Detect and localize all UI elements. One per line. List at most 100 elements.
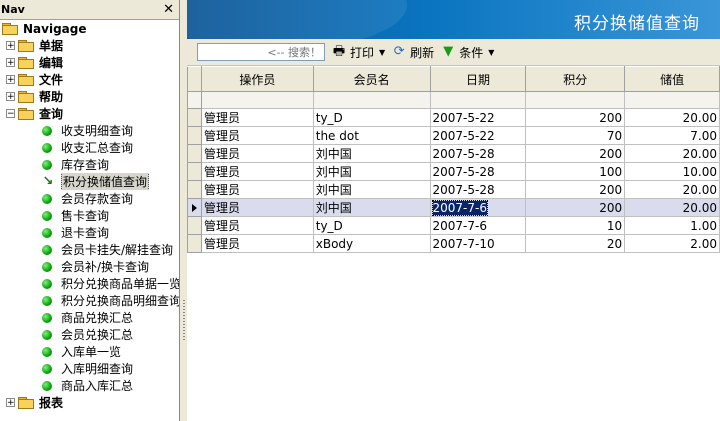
filter-button[interactable]: ▼ 条件 ▼ bbox=[440, 44, 494, 61]
search-input[interactable] bbox=[197, 43, 325, 61]
row-indicator[interactable] bbox=[187, 180, 202, 199]
table-row[interactable]: 管理员 刘中国 2007-5-28 200 20.00 bbox=[187, 144, 720, 163]
filter-cell[interactable] bbox=[429, 91, 527, 109]
close-icon[interactable]: ✕ bbox=[161, 3, 176, 16]
row-indicator[interactable] bbox=[187, 144, 202, 163]
table-row[interactable]: 管理员 刘中国 2007-5-28 100 10.00 bbox=[187, 162, 720, 181]
tree-group-4[interactable]: − 查询 bbox=[0, 105, 179, 122]
tree-item-15[interactable]: 商品入库汇总 bbox=[0, 377, 179, 394]
table-cell[interactable]: 20.00 bbox=[624, 198, 720, 217]
table-cell[interactable]: 管理员 bbox=[200, 108, 314, 127]
table-cell[interactable]: 2007-5-28 bbox=[429, 144, 527, 163]
filter-row[interactable] bbox=[187, 91, 720, 109]
tree-group-2[interactable]: + 文件 bbox=[0, 71, 179, 88]
table-cell[interactable]: 刘中国 bbox=[312, 198, 431, 217]
expander-icon[interactable]: − bbox=[6, 109, 15, 119]
tree-item-10[interactable]: 积分兑换商品明细查询 bbox=[0, 292, 179, 309]
splitter-grip[interactable] bbox=[183, 300, 185, 340]
refresh-button[interactable]: ⟳ 刷新 bbox=[391, 44, 434, 61]
table-cell[interactable]: 10.00 bbox=[624, 162, 720, 181]
row-indicator[interactable] bbox=[187, 216, 202, 235]
row-indicator[interactable] bbox=[187, 234, 202, 253]
table-cell[interactable]: xBody bbox=[312, 234, 431, 253]
table-row[interactable]: 管理员 xBody 2007-7-10 20 2.00 bbox=[187, 234, 720, 253]
tree-root[interactable]: Navigage bbox=[0, 20, 179, 37]
tree-item-7[interactable]: 会员卡挂失/解挂查询 bbox=[0, 241, 179, 258]
tree-item-4[interactable]: 会员存款查询 bbox=[0, 190, 179, 207]
tree-group-1[interactable]: + 编辑 bbox=[0, 54, 179, 71]
expander-icon[interactable]: + bbox=[6, 75, 15, 85]
expander-icon[interactable]: + bbox=[6, 398, 15, 408]
tree-item-6[interactable]: 退卡查询 bbox=[0, 224, 179, 241]
table-row[interactable]: 管理员 刘中国 2007-5-28 200 20.00 bbox=[187, 180, 720, 199]
table-cell[interactable]: 管理员 bbox=[200, 198, 314, 217]
column-header[interactable]: 会员名 bbox=[312, 66, 431, 92]
row-indicator[interactable] bbox=[187, 198, 202, 217]
table-cell[interactable]: ty_D bbox=[312, 216, 431, 235]
table-cell[interactable]: 1.00 bbox=[624, 216, 720, 235]
print-button[interactable]: 🖶 打印 ▼ bbox=[331, 44, 385, 61]
column-header[interactable]: 操作员 bbox=[200, 66, 314, 92]
row-indicator[interactable] bbox=[187, 162, 202, 181]
row-indicator[interactable] bbox=[187, 126, 202, 145]
table-cell[interactable]: 20.00 bbox=[624, 144, 720, 163]
table-cell[interactable]: 2007-7-6 bbox=[429, 216, 527, 235]
table-cell[interactable]: 20.00 bbox=[624, 180, 720, 199]
table-cell[interactable]: 200 bbox=[525, 144, 626, 163]
table-cell[interactable]: 10 bbox=[525, 216, 626, 235]
tree-item-5[interactable]: 售卡查询 bbox=[0, 207, 179, 224]
table-cell[interactable]: 7.00 bbox=[624, 126, 720, 145]
table-cell[interactable]: 刘中国 bbox=[312, 180, 431, 199]
row-indicator[interactable] bbox=[187, 108, 202, 127]
tree-item-14[interactable]: 入库明细查询 bbox=[0, 360, 179, 377]
chevron-down-icon[interactable]: ▼ bbox=[379, 48, 385, 57]
table-cell[interactable]: 管理员 bbox=[200, 216, 314, 235]
tree-group-3[interactable]: + 帮助 bbox=[0, 88, 179, 105]
table-cell[interactable]: 管理员 bbox=[200, 234, 314, 253]
tree-item-1[interactable]: 收支汇总查询 bbox=[0, 139, 179, 156]
table-row[interactable]: 管理员 ty_D 2007-7-6 10 1.00 bbox=[187, 216, 720, 235]
table-row[interactable]: 管理员 刘中国 2007-7-6 200 20.00 bbox=[187, 198, 720, 217]
table-cell[interactable]: 管理员 bbox=[200, 162, 314, 181]
tree-group-reports[interactable]: + 报表 bbox=[0, 394, 179, 411]
table-row[interactable]: 管理员 ty_D 2007-5-22 200 20.00 bbox=[187, 108, 720, 127]
table-cell[interactable]: 2007-5-28 bbox=[429, 180, 527, 199]
table-cell[interactable]: 70 bbox=[525, 126, 626, 145]
table-cell[interactable]: 刘中国 bbox=[312, 144, 431, 163]
table-cell[interactable]: 2007-5-22 bbox=[429, 126, 527, 145]
table-cell[interactable]: 2007-7-6 bbox=[429, 198, 527, 217]
tree-item-3[interactable]: ↘ 积分换储值查询 bbox=[0, 173, 179, 190]
filter-cell[interactable] bbox=[312, 91, 431, 109]
tree-item-11[interactable]: 商品兑换汇总 bbox=[0, 309, 179, 326]
expander-icon[interactable]: + bbox=[6, 92, 15, 102]
table-cell[interactable]: 管理员 bbox=[200, 126, 314, 145]
tree-item-0[interactable]: 收支明细查询 bbox=[0, 122, 179, 139]
tree-item-13[interactable]: 入库单一览 bbox=[0, 343, 179, 360]
table-cell[interactable]: 管理员 bbox=[200, 144, 314, 163]
tree-item-8[interactable]: 会员补/换卡查询 bbox=[0, 258, 179, 275]
table-cell[interactable]: 200 bbox=[525, 198, 626, 217]
table-cell[interactable]: 刘中国 bbox=[312, 162, 431, 181]
column-header[interactable]: 积分 bbox=[525, 66, 626, 92]
table-cell[interactable]: 20 bbox=[525, 234, 626, 253]
table-cell[interactable]: 管理员 bbox=[200, 180, 314, 199]
table-cell[interactable]: 200 bbox=[525, 108, 626, 127]
filter-cell[interactable] bbox=[525, 91, 626, 109]
table-cell[interactable]: 2007-5-28 bbox=[429, 162, 527, 181]
tree-item-2[interactable]: 库存查询 bbox=[0, 156, 179, 173]
table-row[interactable]: 管理员 the dot 2007-5-22 70 7.00 bbox=[187, 126, 720, 145]
tree-group-0[interactable]: + 单据 bbox=[0, 37, 179, 54]
column-header[interactable]: 储值 bbox=[624, 66, 720, 92]
table-cell[interactable]: 2007-7-10 bbox=[429, 234, 527, 253]
expander-icon[interactable]: + bbox=[6, 58, 15, 68]
table-cell[interactable]: 2007-5-22 bbox=[429, 108, 527, 127]
chevron-down-icon[interactable]: ▼ bbox=[488, 48, 494, 57]
table-cell[interactable]: the dot bbox=[312, 126, 431, 145]
tree-item-12[interactable]: 会员兑换汇总 bbox=[0, 326, 179, 343]
filter-cell[interactable] bbox=[200, 91, 314, 109]
filter-cell[interactable] bbox=[624, 91, 720, 109]
expander-icon[interactable]: + bbox=[6, 41, 15, 51]
table-cell[interactable]: 200 bbox=[525, 180, 626, 199]
tree-item-9[interactable]: 积分兑换商品单据一览 bbox=[0, 275, 179, 292]
table-cell[interactable]: 2.00 bbox=[624, 234, 720, 253]
